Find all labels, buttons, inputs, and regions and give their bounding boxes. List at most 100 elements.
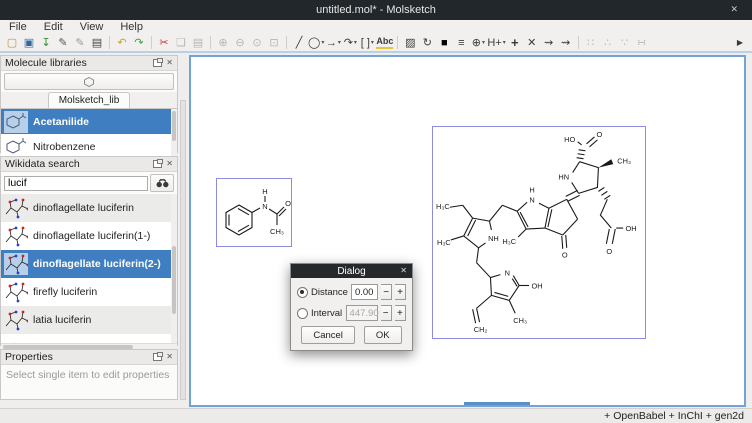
move-tool-button[interactable]: + [507,35,523,51]
search-button[interactable] [150,174,174,192]
menu-view[interactable]: View [80,21,104,33]
wikidata-item-label: dinoflagellate luciferin(2-) [33,258,161,270]
close-panel-icon[interactable]: ✕ [166,160,173,168]
mechanism-arrow-button[interactable]: ↷ ▾ [342,35,358,51]
delete-tool-button[interactable]: ✕ [524,35,540,51]
toolbar-button-icon: ↷ [134,35,143,51]
chevron-down-icon: ▾ [338,39,341,46]
undock-panel-icon[interactable] [153,59,162,67]
scrollbar-handle[interactable] [172,111,176,141]
dock-scrollbar[interactable] [178,55,189,407]
ok-button[interactable]: OK [364,326,402,344]
lasso-tool-button[interactable]: ▨ [402,35,418,51]
wikidata-search-panel: Wikidata search ✕ [0,156,178,346]
redo-button[interactable]: ↷ [131,35,147,51]
wikidata-list-scrollbar[interactable] [171,194,177,343]
atom-label: O [562,251,568,260]
library-list-scrollbar[interactable] [171,109,177,160]
menu-edit[interactable]: Edit [44,21,63,33]
wikidata-item-latia-luciferin[interactable]: latia luciferin [1,306,177,334]
radio-button[interactable] [297,308,308,319]
scrollbar-handle[interactable] [172,246,176,314]
spin-decrement-button[interactable]: − [381,305,392,321]
molecule-thumbnail-drawing [4,252,28,276]
print-button[interactable]: ▤ [89,35,105,51]
radio-button[interactable] [297,287,308,298]
spinbox-value[interactable]: 0.00 [351,284,378,300]
draw-tool-button[interactable]: ╱ [291,35,307,51]
acetanilide-structure[interactable]: H N O CH₃ [217,179,291,246]
export-button[interactable]: ✎ [72,35,88,51]
close-panel-icon[interactable]: ✕ [166,353,173,361]
charge-tool-button[interactable]: ⊕ ▾ [470,35,486,51]
wikidata-item-firefly-luciferin[interactable]: firefly luciferin [1,278,177,306]
menu-file[interactable]: File [9,21,27,33]
spin-decrement-button[interactable]: − [381,284,392,300]
atom-label: CH₃ [617,157,631,166]
cancel-button[interactable]: Cancel [301,326,355,344]
undo-button[interactable]: ↶ [114,35,130,51]
atom-label: N [505,269,510,278]
molecule-libraries-header: Molecule libraries ✕ [1,56,177,71]
molecule-thumbnail [4,334,28,343]
dialog-title-bar[interactable]: Dialog ✕ [291,264,412,278]
spinbox-value[interactable]: 447.90 [346,305,378,321]
undock-panel-icon[interactable] [153,353,162,361]
dialog-close-button[interactable]: ✕ [400,267,407,275]
arrow-tool-button[interactable]: → ▾ [325,35,341,51]
molecule-thumbnail [4,111,28,133]
canvas-horizontal-scrollbar[interactable] [464,402,530,405]
line-width-button[interactable]: ≡ [453,35,469,51]
search-input[interactable] [4,176,148,191]
import-button[interactable]: ✎ [55,35,71,51]
library-item-acetanilide[interactable]: Acetanilide [1,109,177,134]
close-panel-icon[interactable]: ✕ [166,59,173,67]
zoom-fit-button: ⊡ [266,35,282,51]
wikidata-item-dinoflagellate-luciferin-1[interactable]: dinoflagellate luciferin(1-) [1,222,177,250]
wikidata-item-dinoflagellate-luciferin-2[interactable]: dinoflagellate luciferin(2-) [1,250,177,278]
open-library-button[interactable] [4,73,174,90]
toolbar-button-icon: ↧ [41,35,50,51]
reaction-map-button[interactable]: ⇝ [541,35,557,51]
dialog-title: Dialog [337,266,365,277]
drawing-canvas[interactable]: H N O CH₃ [189,55,746,407]
open-file-button[interactable]: ▣ [21,35,37,51]
toolbar-button-icon: ◯ [308,35,320,51]
undock-panel-icon[interactable] [153,160,162,168]
new-file-button[interactable]: ▢ [4,35,20,51]
toolbar-button-icon: ↶ [117,35,126,51]
bracket-tool-button[interactable]: [ ] ▾ [359,35,375,51]
cut-button[interactable]: ✂ [156,35,172,51]
properties-message: Select single item to edit properties [1,365,177,385]
color-button[interactable]: ■ [436,35,452,51]
text-tool-button[interactable]: Abc [376,35,393,51]
save-button[interactable]: ↧ [38,35,54,51]
spin-increment-button[interactable]: + [395,284,406,300]
tab-molsketch-lib[interactable]: Molsketch_lib [48,92,131,108]
scrollbar-handle[interactable] [180,100,186,400]
luciferin-structure[interactable]: HO O CH₃ HN OH O H N H₃C O H₃C H₃C NH N … [433,127,643,336]
spin-increment-button[interactable]: + [395,305,406,321]
acetanilide-selection-rect[interactable]: H N O CH₃ [216,178,292,247]
wikidata-item-partial[interactable] [1,334,177,343]
wikidata-item-dinoflagellate-luciferin[interactable]: dinoflagellate luciferin [1,194,177,222]
reaction-map-alt-button[interactable]: ⇝ [558,35,574,51]
search-row [1,172,177,194]
toolbar-button-icon: ⊕ [218,35,227,51]
menu-help[interactable]: Help [120,21,143,33]
toolbar-button-icon: ≡ [458,35,464,51]
rotate-tool-button[interactable]: ↻ [419,35,435,51]
library-item-label: Nitrobenzene [33,141,95,153]
toolbar-button-icon: Abc [376,36,393,49]
toolbar-extension-button[interactable]: ▶ [732,35,748,51]
dialog-button-row: Cancel OK [297,326,406,344]
toolbar-button-icon: ⊖ [235,35,244,51]
binoculars-icon [156,179,169,188]
properties-header: Properties ✕ [1,350,177,365]
align-top-button: ∷ [583,35,599,51]
toolbar-separator [397,36,398,49]
luciferin-selection-rect[interactable]: HO O CH₃ HN OH O H N H₃C O H₃C H₃C NH N … [432,126,646,339]
window-close-button[interactable]: ✕ [730,4,738,15]
hydrogen-tool-button[interactable]: H+ ▾ [487,35,505,51]
ring-tool-button[interactable]: ◯ ▾ [308,35,324,51]
